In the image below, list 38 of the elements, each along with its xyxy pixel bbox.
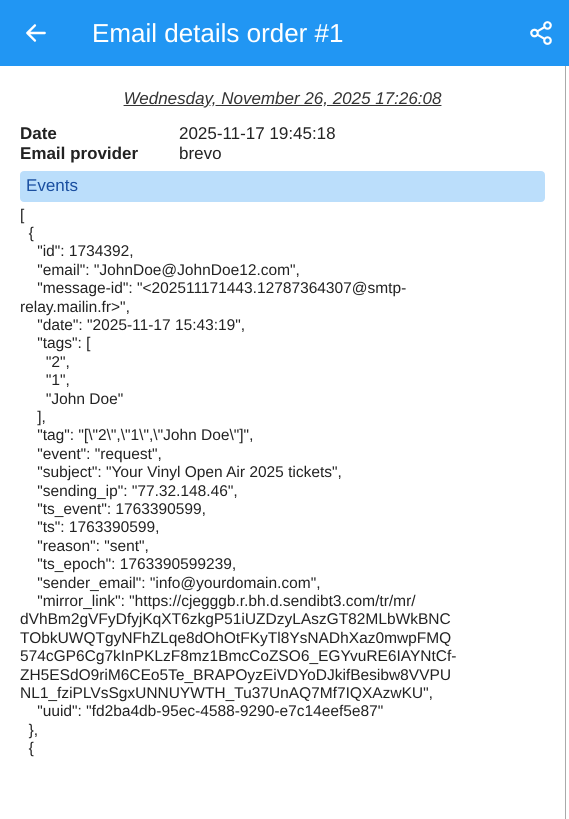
share-icon xyxy=(528,20,554,46)
detail-value: 2025-11-17 19:45:18 xyxy=(179,124,336,144)
json-line: "date": "2025-11-17 15:43:19", xyxy=(36,316,246,336)
json-line: "subject": "Your Vinyl Open Air 2025 tickets", xyxy=(36,464,342,483)
app-bar-title: Email details order #1 xyxy=(92,16,344,50)
json-line: "ts": 1763390599, xyxy=(36,519,160,538)
detail-label: Date xyxy=(20,124,58,144)
json-line: "id": 1734392, xyxy=(36,243,134,262)
json-line: "sending_ip": "77.32.148.46", xyxy=(36,482,238,501)
json-line: ZH5ESdO9riM6CEo5Te_BRAPOyzEiVDYoDJkifBesibw8VVPU xyxy=(20,666,452,686)
json-line: "tags": [ xyxy=(36,335,90,354)
json-line: "1", xyxy=(44,372,70,391)
json-line: "message-id": "<202511171443.12787364307@smtp- xyxy=(36,280,406,299)
json-line: }, xyxy=(28,722,38,740)
json-line: ], xyxy=(36,408,46,428)
json-line: "ts_epoch": 1763390599239, xyxy=(36,556,236,575)
timestamp: Wednesday, November 26, 2025 17:26:08 xyxy=(124,88,442,110)
json-line: [ xyxy=(20,206,24,225)
detail-value: brevo xyxy=(179,144,222,164)
json-line: "John Doe" xyxy=(44,390,124,409)
json-line: { xyxy=(28,224,34,244)
json-line: "uuid": "fd2ba4db-95ec-4588-9290-e7c14eef5e87" xyxy=(36,703,384,722)
json-line: "sender_email": "info@yourdomain.com", xyxy=(36,574,321,594)
json-line: "mirror_link": "https://cjegggb.r.bh.d.sendibt3.com/tr/mr/ xyxy=(36,593,416,612)
json-line: "2", xyxy=(44,354,70,372)
json-line: { xyxy=(28,740,34,759)
json-line: TObkUWQTgyNFhZLqe8dOhOtFKyTl8YsNADhXaz0mwpFMQ xyxy=(20,630,452,648)
json-line: dVhBm2gVFyDfyjKqXT6zkgP51iUZDzyLAszGT82MLbWkBNC xyxy=(20,611,451,630)
json-line: "ts_event": 1763390599, xyxy=(36,501,206,520)
json-line: "event": "request", xyxy=(36,446,162,464)
json-line: "tag": "[\"2\",\"1\",\"John Doe\"]", xyxy=(36,427,254,446)
json-line: relay.mailin.fr>", xyxy=(20,298,130,317)
events-header: Events xyxy=(20,170,545,202)
detail-label: Email provider xyxy=(20,144,140,164)
json-line: "email": "JohnDoe@JohnDoe12.com", xyxy=(36,262,300,280)
json-line: NL1_fziPLVsSgxUNNUYWTH_Tu37UnAQ7Mf7IQXAzwKU", xyxy=(20,685,433,704)
json-line: "reason": "sent", xyxy=(36,538,149,556)
json-line: 574cGP6Cg7kInPKLzF8mz1BmcCoZSO6_EGYvuRE6IAYNtCf- xyxy=(20,648,456,667)
